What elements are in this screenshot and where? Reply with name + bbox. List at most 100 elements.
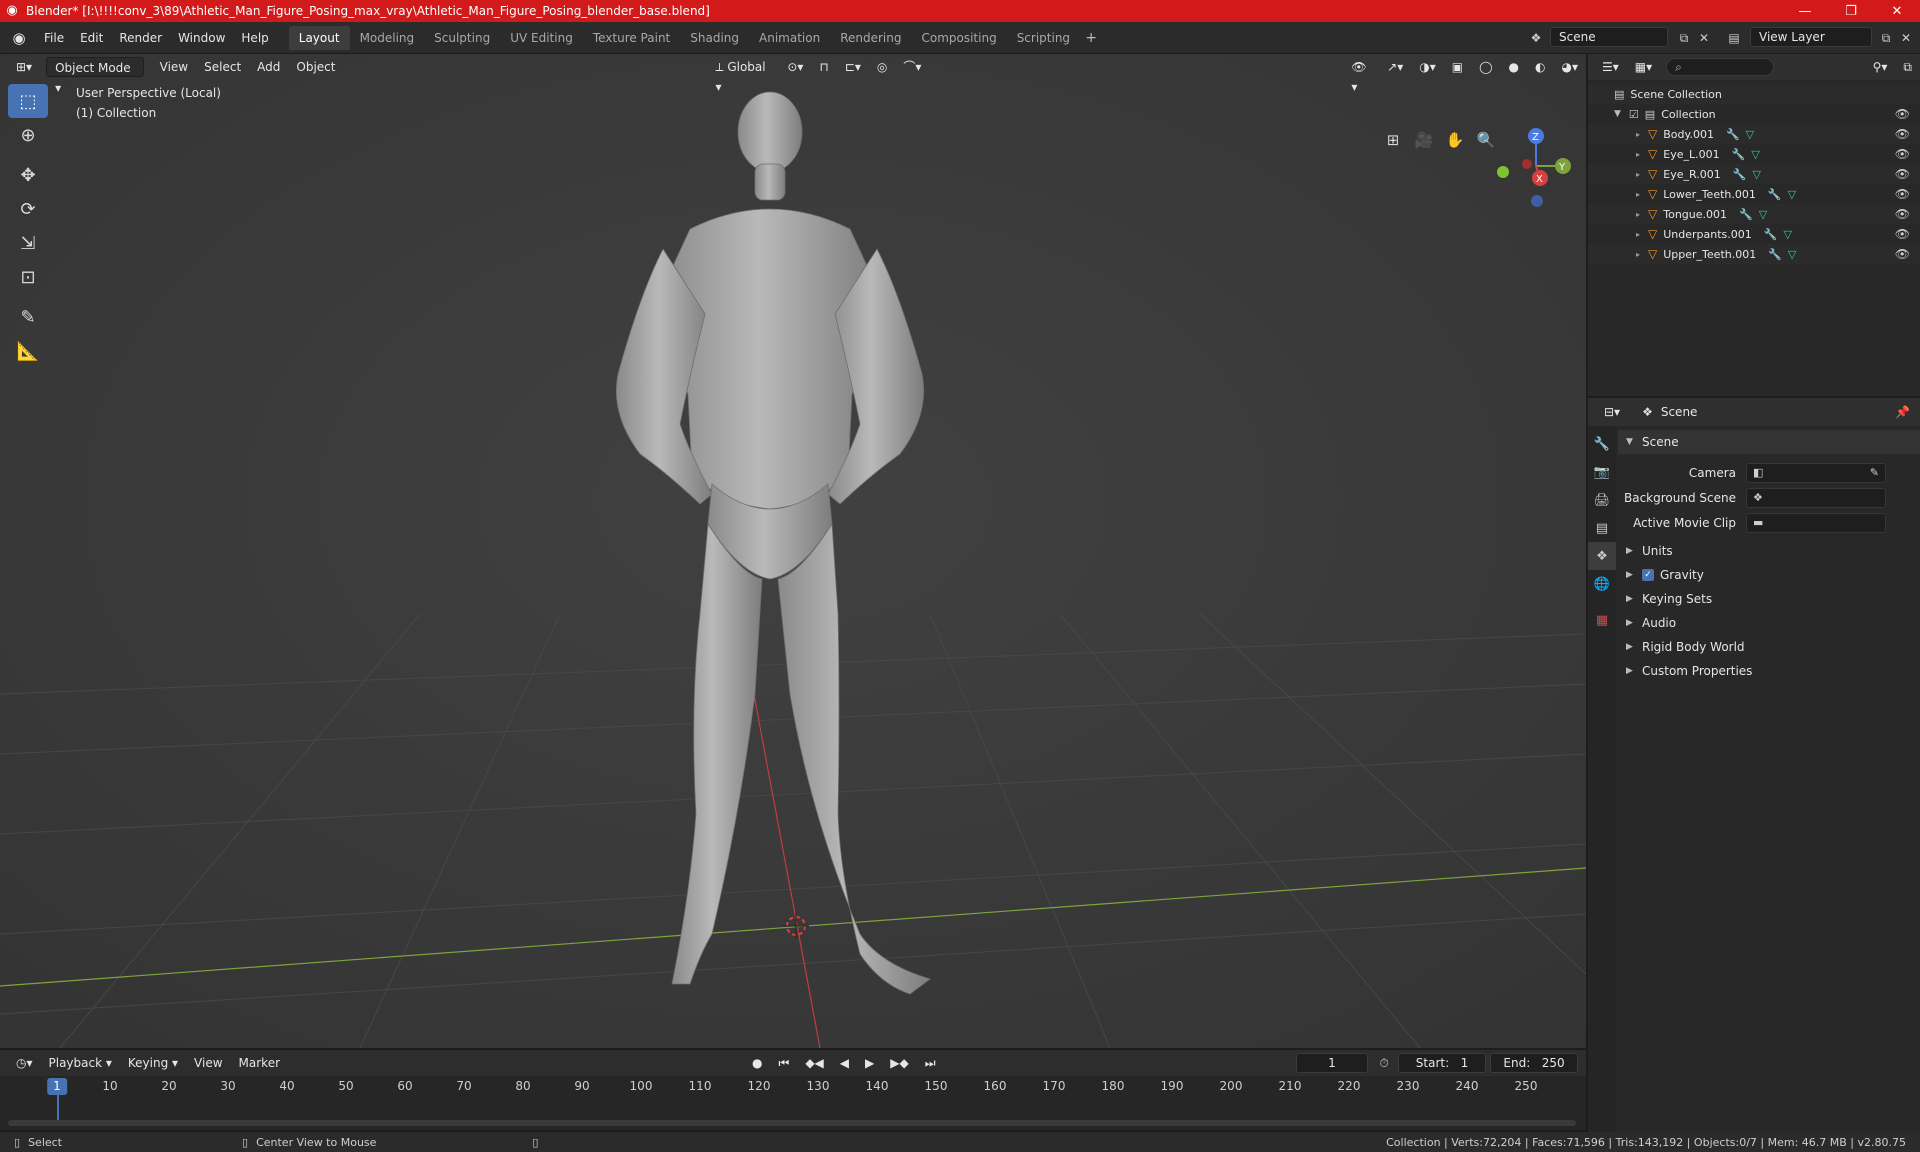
transform-icon[interactable]: ⊡ — [8, 260, 48, 294]
mesh-data-icon[interactable]: ▽ — [1788, 248, 1796, 261]
gravity-checkbox[interactable]: ✓ — [1642, 569, 1654, 581]
pin-icon[interactable]: 📌 — [1895, 405, 1910, 419]
menu-render[interactable]: Render — [111, 27, 170, 49]
modifier-wrench-icon[interactable]: 🔧 — [1768, 248, 1782, 261]
scene-tab-icon[interactable]: ❖ — [1588, 542, 1616, 570]
editor-type-icon[interactable]: ⊞▾ — [8, 57, 40, 77]
tab-rendering[interactable]: Rendering — [830, 26, 911, 50]
tab-scripting[interactable]: Scripting — [1007, 26, 1080, 50]
texture-tab-icon[interactable]: ▦ — [1588, 606, 1616, 634]
output-tab-icon[interactable]: 🖨 — [1588, 486, 1616, 514]
keying-menu[interactable]: Keying ▾ — [120, 1053, 186, 1073]
tab-compositing[interactable]: Compositing — [911, 26, 1006, 50]
close-window-button[interactable]: ✕ — [1874, 0, 1920, 22]
outliner-object-row[interactable]: ▸ ▽ Body.001 🔧 ▽ 👁 — [1588, 124, 1920, 144]
expand-arrow-icon[interactable]: ▸ — [1636, 210, 1640, 219]
properties-editor-type-icon[interactable]: ⊟▾ — [1596, 402, 1628, 422]
tab-shading[interactable]: Shading — [680, 26, 749, 50]
gravity-panel-header[interactable]: ▶ ✓ Gravity — [1618, 563, 1920, 587]
new-collection-icon[interactable]: ⧉ — [1895, 57, 1920, 77]
camera-view-icon[interactable]: 🎥 — [1410, 126, 1438, 154]
tab-modeling[interactable]: Modeling — [350, 26, 425, 50]
background-scene-field[interactable]: ❖ — [1746, 487, 1886, 508]
annotate-icon[interactable]: ✎ — [8, 300, 48, 334]
tab-animation[interactable]: Animation — [749, 26, 830, 50]
modifier-wrench-icon[interactable]: 🔧 — [1733, 168, 1747, 181]
camera-field[interactable]: ◧ ✎ — [1746, 462, 1886, 483]
menu-help[interactable]: Help — [233, 27, 276, 49]
snap-target-icon[interactable]: ⊏▾ — [837, 57, 869, 77]
eyedropper-icon[interactable]: ✎ — [1870, 466, 1879, 479]
cursor-icon[interactable]: ⊕ — [8, 118, 48, 152]
start-frame-field[interactable]: Start: 1 — [1398, 1053, 1486, 1073]
material-shading-icon[interactable]: ◐ — [1527, 57, 1553, 77]
marker-menu[interactable]: Marker — [231, 1053, 288, 1073]
timeline-scrollbar[interactable] — [8, 1120, 1576, 1126]
current-frame-indicator[interactable]: 1 — [47, 1078, 67, 1095]
outliner-object-row[interactable]: ▸ ▽ Eye_L.001 🔧 ▽ 👁 — [1588, 144, 1920, 164]
outliner-editor-type-icon[interactable]: ☰▾ — [1594, 57, 1627, 77]
display-mode-icon[interactable]: ▦▾ — [1627, 57, 1660, 77]
keying-sets-panel-header[interactable]: ▶ Keying Sets — [1618, 587, 1920, 611]
rotate-icon[interactable]: ⟳ — [8, 192, 48, 226]
select-box-icon[interactable]: ⬚ — [8, 84, 48, 118]
wireframe-shading-icon[interactable]: ◯ — [1471, 57, 1500, 77]
expand-arrow-icon[interactable]: ▸ — [1636, 250, 1640, 259]
scene-panel-header[interactable]: ▼ Scene — [1618, 430, 1920, 454]
expand-arrow-icon[interactable]: ▸ — [1636, 150, 1640, 159]
view-layer-tab-icon[interactable]: ▤ — [1588, 514, 1616, 542]
playback-menu[interactable]: Playback ▾ — [41, 1053, 120, 1073]
toggle-camera-view-icon[interactable]: ⊞ — [1379, 126, 1407, 154]
scene-name-field[interactable]: Scene — [1550, 27, 1668, 47]
expand-arrow-icon[interactable]: ▸ — [1636, 230, 1640, 239]
transform-orientation-dropdown[interactable]: ⟂ Global ▾ — [707, 57, 779, 94]
scene-collection-row[interactable]: ▤ Scene Collection — [1588, 84, 1920, 104]
next-keyframe-icon[interactable]: ▶◆ — [882, 1053, 916, 1073]
menu-add[interactable]: Add — [249, 57, 288, 77]
play-reverse-icon[interactable]: ◀ — [832, 1053, 857, 1073]
rendered-shading-icon[interactable]: ◕▾ — [1553, 57, 1586, 77]
rigid-body-panel-header[interactable]: ▶ Rigid Body World — [1618, 635, 1920, 659]
tab-sculpting[interactable]: Sculpting — [424, 26, 500, 50]
mesh-data-icon[interactable]: ▽ — [1751, 148, 1759, 161]
outliner-object-row[interactable]: ▸ ▽ Tongue.001 🔧 ▽ 👁 — [1588, 204, 1920, 224]
movie-clip-field[interactable]: ▬ — [1746, 512, 1886, 533]
current-frame-field[interactable]: 1 — [1296, 1053, 1368, 1073]
visibility-eye-icon[interactable]: 👁 — [1895, 167, 1910, 181]
render-tab-icon[interactable]: 📷 — [1588, 458, 1616, 486]
tab-layout[interactable]: Layout — [288, 25, 350, 50]
visibility-eye-icon[interactable]: 👁 — [1895, 227, 1910, 241]
remove-view-layer-icon[interactable]: ✕ — [1896, 28, 1916, 48]
audio-panel-header[interactable]: ▶ Audio — [1618, 611, 1920, 635]
modifier-wrench-icon[interactable]: 🔧 — [1768, 188, 1782, 201]
menu-select[interactable]: Select — [196, 57, 249, 77]
zoom-view-icon[interactable]: 🔍 — [1472, 126, 1500, 154]
preview-range-icon[interactable]: ⏱ — [1374, 1053, 1394, 1073]
add-workspace-icon[interactable]: + — [1080, 26, 1102, 50]
menu-window[interactable]: Window — [170, 27, 233, 49]
falloff-icon[interactable]: ⌒▾ — [895, 57, 929, 77]
mesh-data-icon[interactable]: ▽ — [1788, 188, 1796, 201]
collapse-arrow-icon[interactable]: ▼ — [1614, 109, 1621, 119]
expand-arrow-icon[interactable]: ▸ — [1636, 130, 1640, 139]
timeline-editor-type-icon[interactable]: ◷▾ — [8, 1053, 41, 1073]
mesh-data-icon[interactable]: ▽ — [1752, 168, 1760, 181]
pan-view-icon[interactable]: ✋ — [1441, 126, 1469, 154]
checkbox-icon[interactable]: ☑ — [1629, 108, 1639, 121]
menu-edit[interactable]: Edit — [72, 27, 111, 49]
new-view-layer-icon[interactable]: ⧉ — [1876, 28, 1896, 48]
measure-icon[interactable]: 📐 — [8, 334, 48, 368]
timeline-view-menu[interactable]: View — [186, 1053, 230, 1073]
prev-keyframe-icon[interactable]: ◆◀ — [797, 1053, 831, 1073]
mesh-data-icon[interactable]: ▽ — [1759, 208, 1767, 221]
menu-file[interactable]: File — [36, 27, 72, 49]
tab-texture-paint[interactable]: Texture Paint — [583, 26, 680, 50]
viewport-canvas[interactable]: Z Y X — [0, 54, 1586, 1048]
expand-arrow-icon[interactable]: ▸ — [1636, 170, 1640, 179]
visibility-eye-icon[interactable]: 👁 — [1895, 247, 1910, 261]
xray-icon[interactable]: ▣ — [1444, 57, 1471, 77]
play-icon[interactable]: ▶ — [857, 1053, 882, 1073]
mesh-data-icon[interactable]: ▽ — [1746, 128, 1754, 141]
mesh-data-icon[interactable]: ▽ — [1783, 228, 1791, 241]
end-frame-field[interactable]: End: 250 — [1490, 1053, 1578, 1073]
